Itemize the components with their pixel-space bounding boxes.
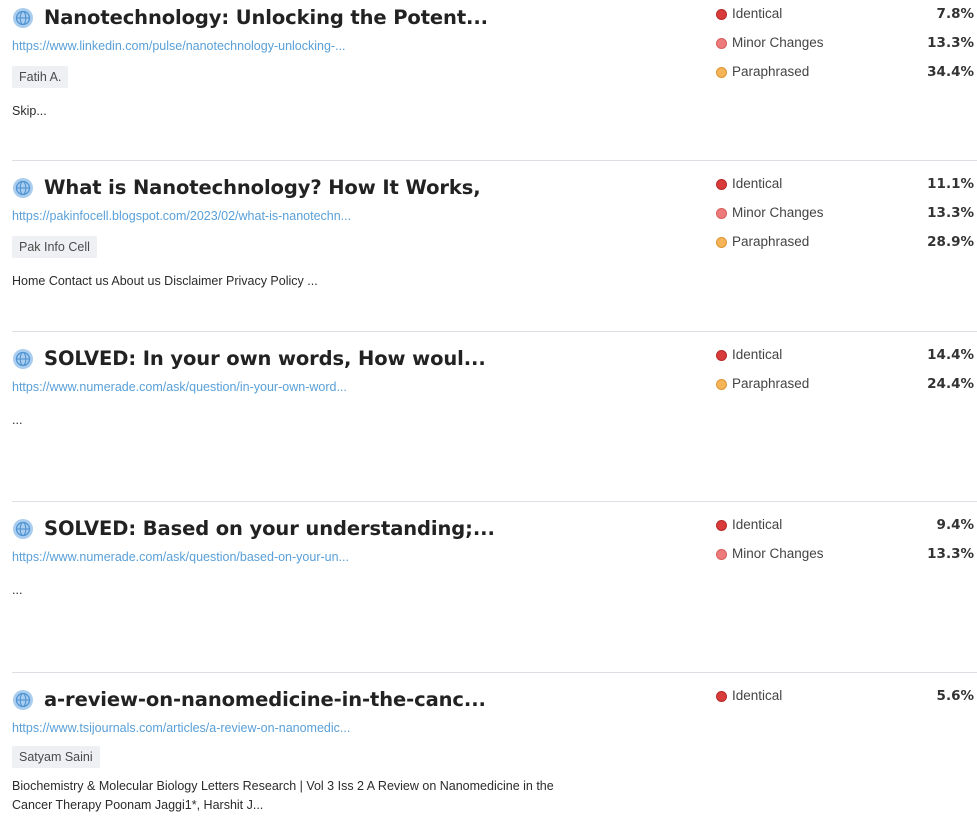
source-results-list: Nanotechnology: Unlocking the Potent... … xyxy=(0,0,977,826)
source-result: Nanotechnology: Unlocking the Potent... … xyxy=(0,6,977,156)
source-result: SOLVED: In your own words, How woul... h… xyxy=(0,347,977,497)
identical-dot-icon xyxy=(716,179,727,190)
result-snippet: ... xyxy=(12,583,23,597)
result-title-row[interactable]: SOLVED: Based on your understanding;... xyxy=(12,517,495,540)
match-label: Paraphrased xyxy=(732,234,810,249)
result-url-link[interactable]: https://www.numerade.com/ask/question/in… xyxy=(12,380,347,394)
match-label: Minor Changes xyxy=(732,35,824,50)
identical-dot-icon xyxy=(716,9,727,20)
result-title[interactable]: SOLVED: Based on your understanding;... xyxy=(44,517,495,540)
result-title[interactable]: Nanotechnology: Unlocking the Potent... xyxy=(44,6,488,29)
match-percent: 28.9% xyxy=(927,234,974,250)
match-label: Identical xyxy=(732,688,783,703)
match-identical: Identical 9.4% xyxy=(716,517,977,546)
match-percent: 9.4% xyxy=(936,517,974,533)
match-percent: 14.4% xyxy=(927,347,974,363)
match-percent: 7.8% xyxy=(936,6,974,22)
match-label: Paraphrased xyxy=(732,376,810,391)
match-percent: 11.1% xyxy=(927,176,974,192)
match-breakdown: Identical 7.8% Minor Changes 13.3% Parap… xyxy=(716,6,977,93)
identical-dot-icon xyxy=(716,520,727,531)
match-breakdown: Identical 5.6% xyxy=(716,688,977,717)
globe-icon xyxy=(13,348,33,369)
match-percent: 13.3% xyxy=(927,205,974,221)
minor-changes-dot-icon xyxy=(716,549,727,560)
result-snippet: Biochemistry & Molecular Biology Letters… xyxy=(12,779,554,812)
result-divider xyxy=(12,331,977,332)
result-snippet: Skip... xyxy=(12,104,47,118)
match-minor-changes: Minor Changes 13.3% xyxy=(716,546,977,575)
result-snippet: Home Contact us About us Disclaimer Priv… xyxy=(12,274,318,288)
match-label: Minor Changes xyxy=(732,205,824,220)
match-paraphrased: Paraphrased 34.4% xyxy=(716,64,977,93)
result-title-row[interactable]: a-review-on-nanomedicine-in-the-canc... xyxy=(12,688,486,711)
match-label: Identical xyxy=(732,347,783,362)
source-result: a-review-on-nanomedicine-in-the-canc... … xyxy=(0,688,977,826)
result-author-badge: Pak Info Cell xyxy=(12,236,97,258)
paraphrased-dot-icon xyxy=(716,237,727,248)
match-minor-changes: Minor Changes 13.3% xyxy=(716,205,977,234)
result-snippet: ... xyxy=(12,413,23,427)
minor-changes-dot-icon xyxy=(716,208,727,219)
match-identical: Identical 11.1% xyxy=(716,176,977,205)
match-label: Paraphrased xyxy=(732,64,810,79)
match-percent: 24.4% xyxy=(927,376,974,392)
result-divider xyxy=(12,672,977,673)
match-paraphrased: Paraphrased 28.9% xyxy=(716,234,977,263)
minor-changes-dot-icon xyxy=(716,38,727,49)
globe-icon xyxy=(13,7,33,28)
match-breakdown: Identical 11.1% Minor Changes 13.3% Para… xyxy=(716,176,977,263)
identical-dot-icon xyxy=(716,691,727,702)
result-divider xyxy=(12,501,977,502)
match-percent: 34.4% xyxy=(927,64,974,80)
result-title-row[interactable]: SOLVED: In your own words, How woul... xyxy=(12,347,486,370)
globe-icon xyxy=(13,689,33,710)
match-percent: 5.6% xyxy=(936,688,974,704)
match-label: Identical xyxy=(732,176,783,191)
result-url-link[interactable]: https://pakinfocell.blogspot.com/2023/02… xyxy=(12,209,351,223)
result-author-badge: Fatih A. xyxy=(12,66,69,88)
globe-icon xyxy=(13,518,33,539)
match-identical: Identical 7.8% xyxy=(716,6,977,35)
match-percent: 13.3% xyxy=(927,35,974,51)
match-label: Minor Changes xyxy=(732,546,824,561)
paraphrased-dot-icon xyxy=(716,67,727,78)
match-paraphrased: Paraphrased 24.4% xyxy=(716,376,977,405)
match-minor-changes: Minor Changes 13.3% xyxy=(716,35,977,64)
result-author-badge: Satyam Saini xyxy=(12,746,100,768)
match-label: Identical xyxy=(732,517,783,532)
match-label: Identical xyxy=(732,6,783,21)
match-identical: Identical 14.4% xyxy=(716,347,977,376)
result-title-row[interactable]: What is Nanotechnology? How It Works, xyxy=(12,176,481,199)
match-breakdown: Identical 14.4% Paraphrased 24.4% xyxy=(716,347,977,405)
match-percent: 13.3% xyxy=(927,546,974,562)
paraphrased-dot-icon xyxy=(716,379,727,390)
result-url-link[interactable]: https://www.tsijournals.com/articles/a-r… xyxy=(12,721,350,735)
source-result: SOLVED: Based on your understanding;... … xyxy=(0,517,977,667)
result-title[interactable]: a-review-on-nanomedicine-in-the-canc... xyxy=(44,688,486,711)
result-title[interactable]: What is Nanotechnology? How It Works, xyxy=(44,176,481,199)
identical-dot-icon xyxy=(716,350,727,361)
result-title[interactable]: SOLVED: In your own words, How woul... xyxy=(44,347,486,370)
result-url-link[interactable]: https://www.numerade.com/ask/question/ba… xyxy=(12,550,349,564)
result-divider xyxy=(12,160,977,161)
globe-icon xyxy=(13,177,33,198)
result-url-link[interactable]: https://www.linkedin.com/pulse/nanotechn… xyxy=(12,39,346,53)
match-breakdown: Identical 9.4% Minor Changes 13.3% xyxy=(716,517,977,575)
result-title-row[interactable]: Nanotechnology: Unlocking the Potent... xyxy=(12,6,488,29)
source-result: What is Nanotechnology? How It Works, ht… xyxy=(0,176,977,326)
match-identical: Identical 5.6% xyxy=(716,688,977,717)
